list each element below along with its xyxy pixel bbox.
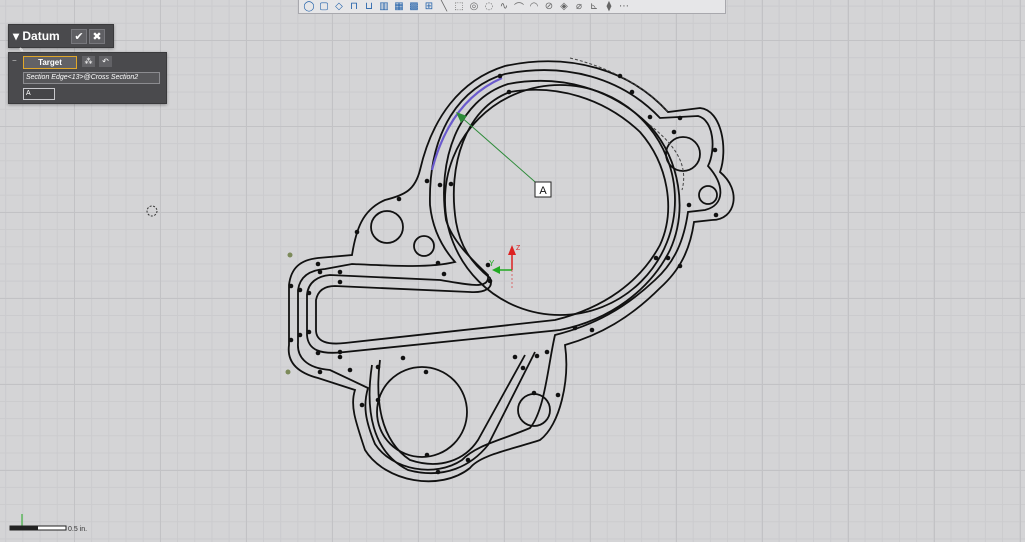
datum-label-text: A bbox=[539, 185, 547, 197]
triad-y-label: Y bbox=[489, 259, 495, 268]
panel-title[interactable]: ▾ Datum bbox=[13, 29, 60, 43]
origin-marker-upper bbox=[287, 252, 293, 258]
inner-profile-2[interactable] bbox=[306, 80, 681, 354]
top-toolbar: ◯ ▢ ◇ ⊓ ⊔ ▥ ▦ ▩ ⊞ ╲ ⬚ ◎ ◌ ∿ ⌒ ◠ ⊘ ◈ ⌀ ⊾ ⧫ ⋯ bbox=[298, 0, 726, 14]
part-outline-group[interactable] bbox=[287, 60, 735, 483]
small-hole-right-upper[interactable] bbox=[665, 136, 701, 172]
outer-profile[interactable] bbox=[287, 60, 735, 483]
door-icon[interactable]: ▥ bbox=[378, 1, 390, 12]
ok-button[interactable]: ✔ bbox=[71, 29, 87, 44]
target-panel: − Target ⁂ ↶ Section Edge<13>@Cross Sect… bbox=[8, 52, 167, 104]
panel-title-text: Datum bbox=[22, 29, 60, 43]
scale-label: 0.5 in. bbox=[68, 526, 87, 533]
scale-bar-fill bbox=[10, 526, 38, 530]
inner-profile-3[interactable] bbox=[315, 88, 670, 345]
box-icon[interactable]: ▢ bbox=[318, 1, 330, 12]
tree-icon[interactable]: ⊞ bbox=[423, 1, 435, 12]
cancel-button[interactable]: ✖ bbox=[89, 29, 105, 44]
line-icon[interactable]: ╲ bbox=[438, 1, 450, 12]
spline-icon[interactable]: ∿ bbox=[498, 1, 510, 12]
pattern-icon[interactable]: ⋯ bbox=[618, 1, 630, 12]
grid-icon[interactable]: ▩ bbox=[408, 1, 420, 12]
collapse-icon[interactable]: − bbox=[12, 56, 17, 65]
lower-arm-profile-2[interactable] bbox=[368, 351, 536, 475]
pattern-select-icon[interactable]: ⁂ bbox=[82, 56, 95, 67]
datum-leader-line bbox=[459, 115, 543, 189]
undo-icon[interactable]: ↶ bbox=[99, 56, 112, 67]
lower-bore-circle[interactable] bbox=[376, 366, 468, 458]
mirror-icon[interactable]: ⧫ bbox=[603, 1, 615, 12]
main-bore-circle[interactable] bbox=[444, 84, 676, 316]
project-icon[interactable]: ◈ bbox=[558, 1, 570, 12]
origin-marker-lower bbox=[285, 369, 291, 375]
arc-icon[interactable]: ◌ bbox=[483, 1, 495, 12]
table-icon[interactable]: ▦ bbox=[393, 1, 405, 12]
offset-icon[interactable]: ⊘ bbox=[543, 1, 555, 12]
datum-panel: ✎ ▾ Datum ✔ ✖ bbox=[8, 24, 114, 54]
small-hole-upper-left[interactable] bbox=[370, 210, 404, 244]
rectangle-icon[interactable]: ⬚ bbox=[453, 1, 465, 12]
selected-edge-field[interactable]: Section Edge<13>@Cross Section2 bbox=[23, 72, 160, 84]
revolve-icon[interactable]: ⊔ bbox=[363, 1, 375, 12]
small-hole-right[interactable] bbox=[698, 185, 718, 205]
extrude-icon[interactable]: ⊓ bbox=[348, 1, 360, 12]
trim-icon[interactable]: ⌒ bbox=[513, 1, 525, 14]
sketch-icon[interactable]: ◯ bbox=[303, 1, 315, 12]
cylinder-icon[interactable]: ◇ bbox=[333, 1, 345, 12]
fillet-icon[interactable]: ◠ bbox=[528, 1, 540, 12]
cursor-icon bbox=[146, 205, 158, 217]
triad-z-arrow bbox=[508, 245, 516, 255]
datum-label-input[interactable]: A bbox=[23, 88, 55, 100]
small-hole-left[interactable] bbox=[413, 235, 435, 257]
constraint-icon[interactable]: ⊾ bbox=[588, 1, 600, 12]
triad-z-label: Z bbox=[516, 245, 521, 252]
dimension-icon[interactable]: ⌀ bbox=[573, 1, 585, 12]
construction-arc bbox=[569, 57, 669, 113]
circle-icon[interactable]: ◎ bbox=[468, 1, 480, 12]
target-button[interactable]: Target bbox=[23, 56, 77, 69]
lower-arm-profile-1[interactable] bbox=[377, 354, 526, 465]
